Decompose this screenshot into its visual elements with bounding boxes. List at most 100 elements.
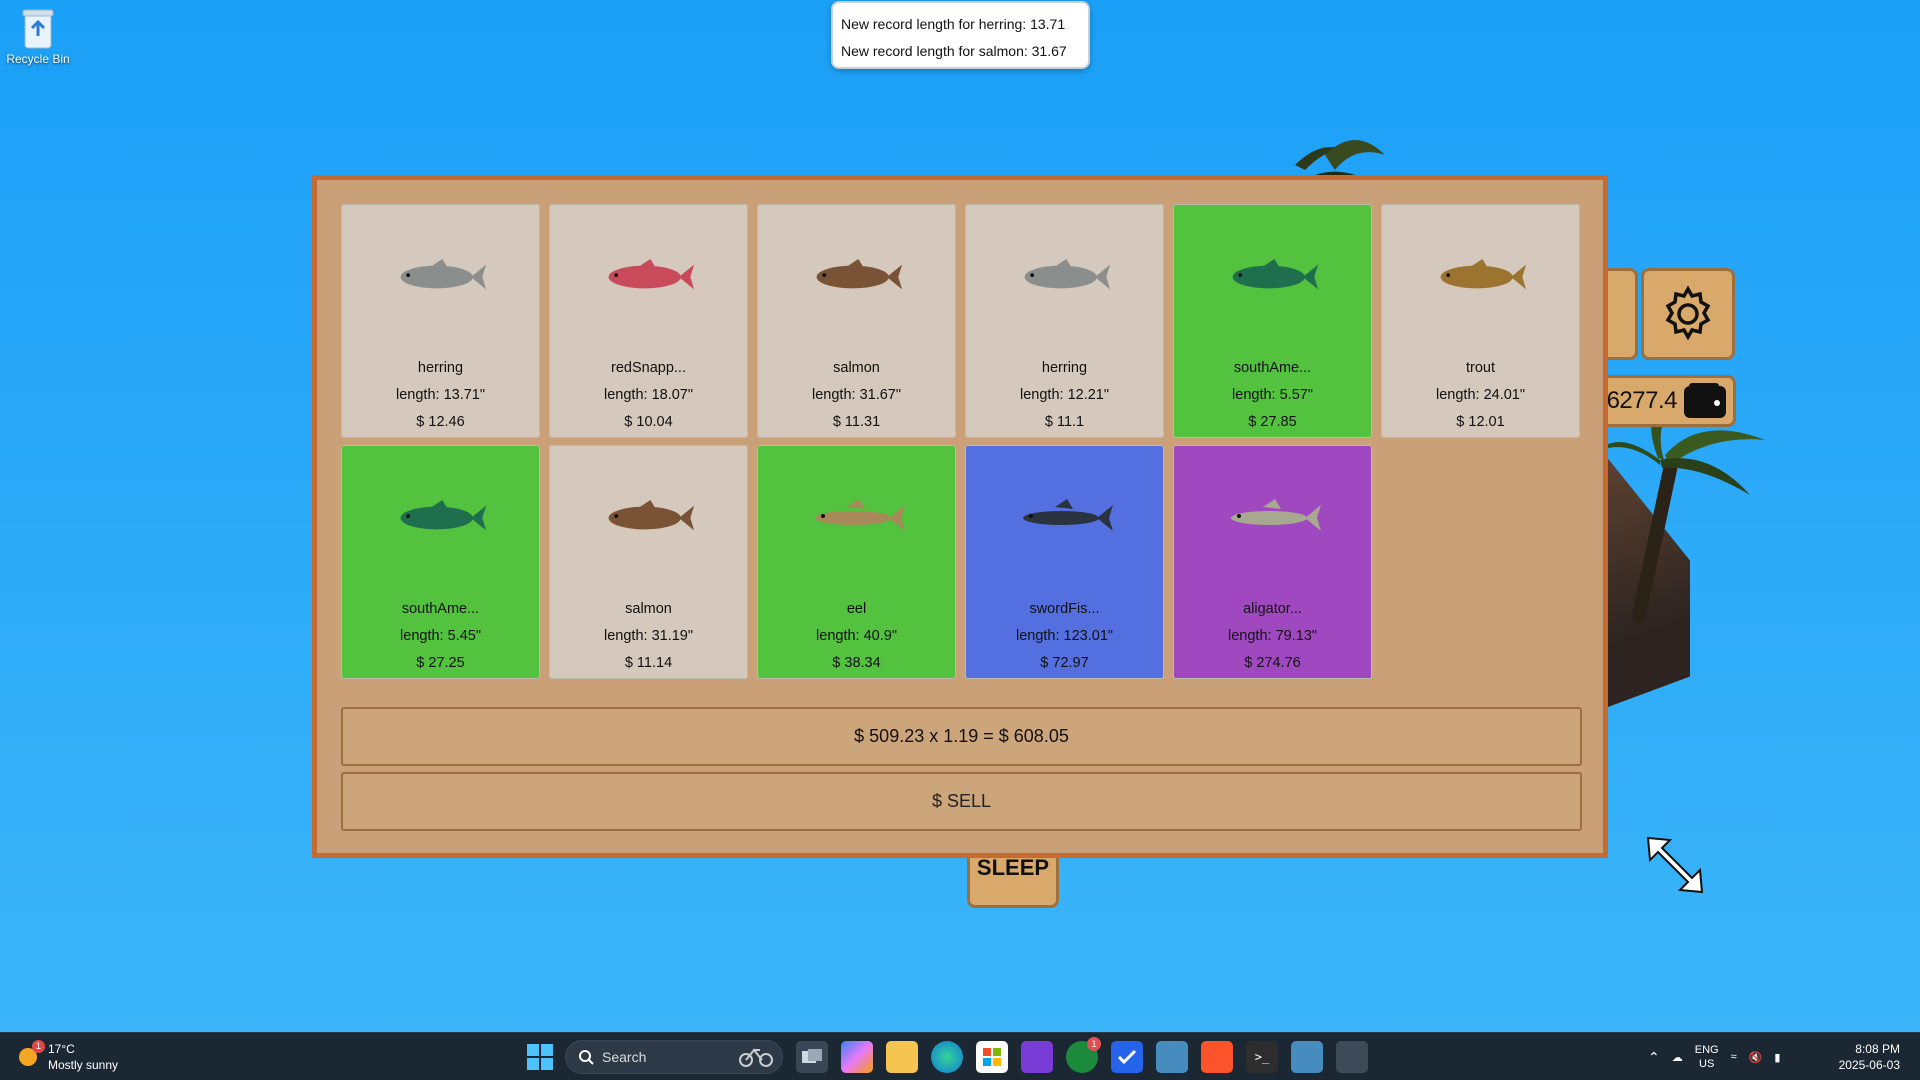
todo-icon[interactable]	[1111, 1041, 1143, 1073]
fish-name: herring	[1041, 360, 1088, 376]
fish-card[interactable]: trout length: 24.01" $ 12.01	[1381, 204, 1580, 438]
fish-name: aligator...	[1243, 601, 1302, 617]
fish-name: swordFis...	[1029, 601, 1100, 617]
fish-length: length: 13.71"	[396, 387, 485, 403]
fish-icon	[1382, 247, 1579, 307]
search-placeholder: Search	[602, 1049, 647, 1065]
clock[interactable]: 8:08 PM 2025-06-03	[1839, 1041, 1900, 1073]
fish-card[interactable]: herring length: 12.21" $ 11.1	[965, 204, 1164, 438]
brave-icon[interactable]	[1201, 1041, 1233, 1073]
fish-card[interactable]: southAme... length: 5.57" $ 27.85	[1173, 204, 1372, 438]
weather-badge: 1	[32, 1040, 45, 1053]
fish-name: salmon	[625, 601, 672, 617]
fish-name: eel	[846, 601, 867, 617]
fish-length: length: 18.07"	[604, 387, 693, 403]
volume-muted-icon[interactable]: 🔇	[1749, 1051, 1763, 1064]
settings-button[interactable]	[1641, 268, 1735, 360]
wifi-icon[interactable]: ≈	[1731, 1051, 1737, 1063]
fish-length: length: 31.67"	[812, 387, 901, 403]
fish-icon	[342, 488, 539, 548]
battery-icon[interactable]: ▮	[1774, 1051, 1780, 1064]
fish-length: length: 123.01"	[1015, 628, 1114, 644]
app-purple-icon[interactable]	[1021, 1041, 1053, 1073]
clock-time: 8:08 PM	[1855, 1042, 1900, 1056]
bicycle-icon	[739, 1048, 773, 1067]
fish-length: length: 5.45"	[400, 628, 481, 644]
fish-price: $ 27.85	[1248, 414, 1297, 430]
fish-price: $ 274.76	[1244, 655, 1301, 671]
fish-icon	[1174, 247, 1371, 307]
record-toast: New record length for herring: 13.71 New…	[831, 1, 1090, 69]
resize-cursor-icon	[1646, 836, 1704, 894]
fish-price: $ 10.04	[624, 414, 673, 430]
toast-line: New record length for herring: 13.71	[841, 16, 1066, 32]
clock-date: 2025-06-03	[1838, 1058, 1900, 1072]
sell-fish-modal: herring length: 13.71" $ 12.46 redSnapp... l…	[312, 175, 1608, 858]
fish-icon	[966, 247, 1163, 307]
weather-temp: 17°C	[48, 1042, 75, 1056]
fish-price: $ 12.01	[1456, 414, 1505, 430]
chevron-up-icon[interactable]: ⌃	[1648, 1049, 1660, 1066]
godot-editor-icon[interactable]	[1291, 1041, 1323, 1073]
task-view-icon[interactable]	[796, 1041, 828, 1073]
xbox-icon[interactable]: 1	[1066, 1037, 1101, 1073]
fish-grid: herring length: 13.71" $ 12.46 redSnapp... l…	[341, 204, 1582, 679]
fish-price: $ 11.31	[832, 414, 881, 430]
fish-length: length: 79.13"	[1228, 628, 1317, 644]
fish-icon	[966, 488, 1163, 548]
fish-card[interactable]: salmon length: 31.67" $ 11.31	[757, 204, 956, 438]
fish-card[interactable]: salmon length: 31.19" $ 11.14	[549, 445, 748, 679]
windows-start-icon[interactable]	[527, 1044, 553, 1070]
search-icon	[579, 1050, 594, 1065]
file-explorer-icon[interactable]	[886, 1041, 918, 1073]
fish-icon	[758, 488, 955, 548]
godot-icon[interactable]	[1156, 1041, 1188, 1073]
weather-widget[interactable]: 1 17°C Mostly sunny	[16, 1040, 119, 1073]
fish-length: length: 12.21"	[1020, 387, 1109, 403]
taskbar-search-box[interactable]: Search	[565, 1040, 783, 1074]
fish-card[interactable]: redSnapp... length: 18.07" $ 10.04	[549, 204, 748, 438]
language-indicator[interactable]: ENG US	[1695, 1043, 1719, 1071]
fish-name: southAme...	[1233, 360, 1312, 376]
fish-name: herring	[417, 360, 464, 376]
recycle-bin-shortcut[interactable]: Recycle Bin	[6, 6, 70, 66]
sell-button[interactable]: $ SELL	[341, 772, 1582, 831]
xbox-badge: 1	[1087, 1037, 1101, 1051]
fish-icon	[550, 488, 747, 548]
taskbar-apps: 1 >_	[796, 1037, 1368, 1073]
fish-price: $ 27.25	[416, 655, 465, 671]
fish-name: trout	[1465, 360, 1495, 376]
fish-price: $ 72.97	[1040, 655, 1089, 671]
fish-length: length: 5.57"	[1232, 387, 1313, 403]
lang-bottom: US	[1699, 1058, 1715, 1070]
fish-card[interactable]: aligator... length: 79.13" $ 274.76	[1173, 445, 1372, 679]
toast-line: New record length for salmon: 31.67	[841, 43, 1067, 59]
running-game-icon[interactable]	[1336, 1041, 1368, 1073]
copilot-icon[interactable]	[841, 1041, 873, 1073]
fish-card[interactable]: southAme... length: 5.45" $ 27.25	[341, 445, 540, 679]
fish-price: $ 11.1	[1044, 414, 1085, 430]
fish-length: length: 31.19"	[604, 628, 693, 644]
weather-desc: Mostly sunny	[48, 1058, 119, 1072]
microsoft-store-icon[interactable]	[976, 1041, 1008, 1073]
fish-name: redSnapp...	[611, 360, 686, 376]
fish-name: southAme...	[401, 601, 480, 617]
fish-length: length: 24.01"	[1436, 387, 1525, 403]
recycle-bin-label: Recycle Bin	[6, 52, 70, 66]
fish-card[interactable]: swordFis... length: 123.01" $ 72.97	[965, 445, 1164, 679]
onedrive-icon[interactable]: ☁	[1672, 1051, 1683, 1064]
fish-card[interactable]: eel length: 40.9" $ 38.34	[757, 445, 956, 679]
taskbar: 1 17°C Mostly sunny Search 1 >_ ⌃ ☁ ENG	[0, 1032, 1920, 1080]
sale-total: $ 509.23 x 1.19 = $ 608.05	[341, 707, 1582, 766]
terminal-icon[interactable]: >_	[1246, 1041, 1278, 1073]
fish-name: salmon	[833, 360, 880, 376]
lang-top: ENG	[1694, 1044, 1719, 1056]
fish-price: $ 11.14	[624, 655, 673, 671]
edge-icon[interactable]	[931, 1041, 963, 1073]
fish-icon	[1174, 488, 1371, 548]
gear-icon	[1665, 285, 1711, 341]
sun-icon: 1	[16, 1040, 45, 1069]
fish-length: length: 40.9"	[816, 628, 897, 644]
system-tray: ⌃ ☁ ENG US ≈ 🔇 ▮	[1648, 1043, 1780, 1071]
fish-card[interactable]: herring length: 13.71" $ 12.46	[341, 204, 540, 438]
